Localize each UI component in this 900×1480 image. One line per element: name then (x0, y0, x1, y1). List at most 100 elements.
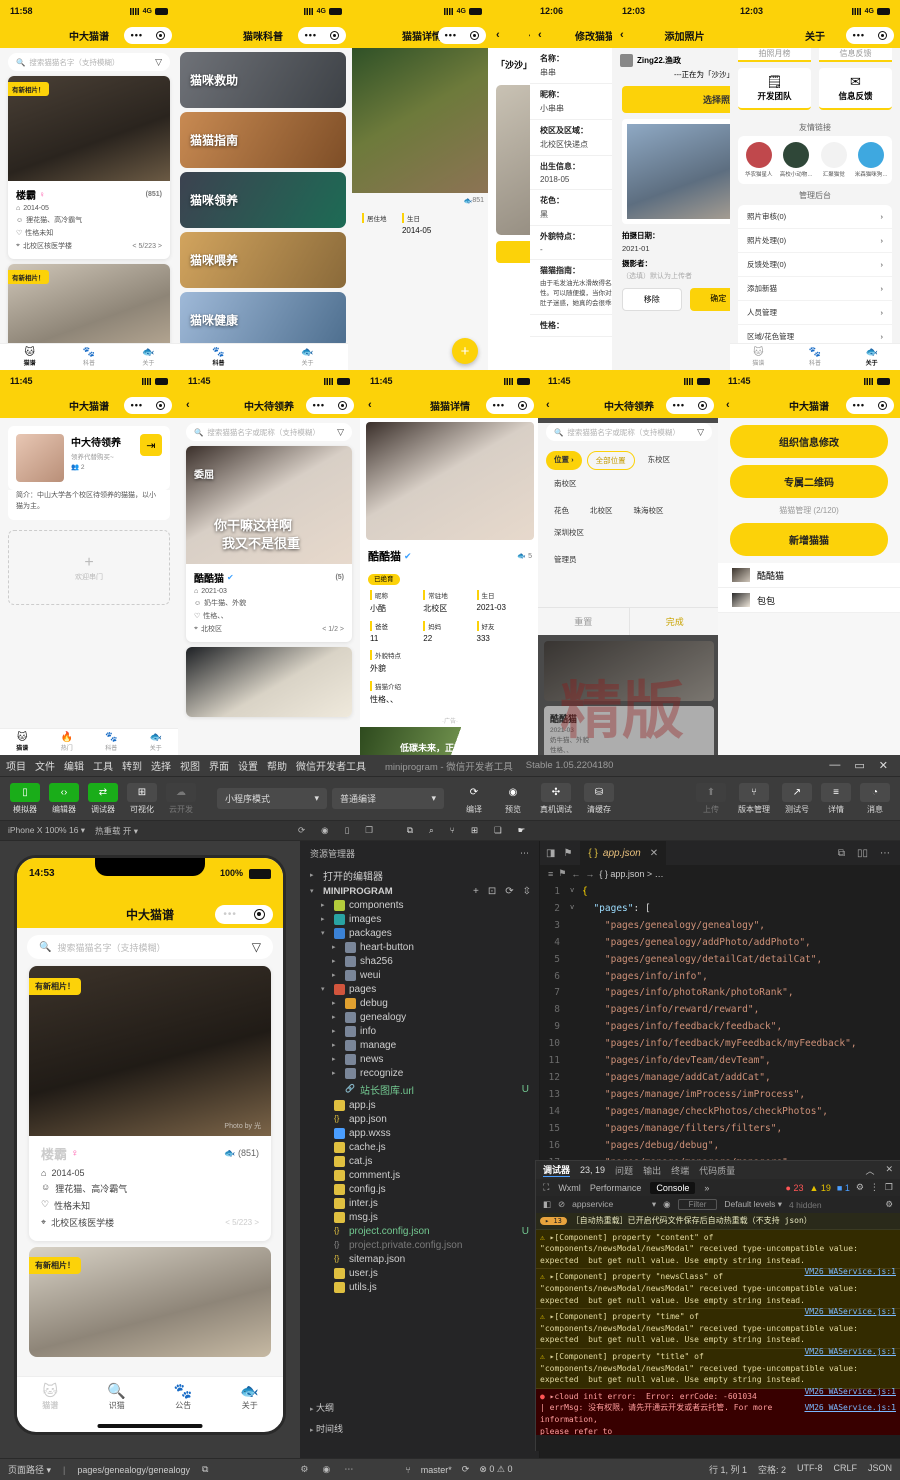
wechat-capsule[interactable]: ••• (298, 27, 346, 44)
sim-tab-recognize[interactable]: 🔍识猫 (84, 1377, 151, 1424)
tab-recognize[interactable]: 🐾科普 (59, 345, 118, 369)
rotate-icon[interactable]: ⟳ (298, 825, 305, 836)
record-icon[interactable]: ◉ (321, 825, 328, 836)
cat-photo[interactable]: 有新相片！ (8, 264, 170, 354)
git-branch[interactable]: master* (421, 1465, 452, 1475)
add-cat-button[interactable]: 新增猫猫 (730, 523, 888, 556)
more-icon[interactable]: ⋯ (880, 848, 890, 859)
eye-icon[interactable]: ◉ (663, 1199, 670, 1210)
phone-icon[interactable]: ▯ (345, 825, 350, 836)
add-fab-button[interactable]: + (452, 338, 478, 364)
hotreload-select[interactable]: 热重载 开 ▾ (95, 825, 138, 837)
explorer-item-images[interactable]: ▸images (300, 912, 539, 926)
shot-cat-detail-1[interactable]: x4G 猫猫详情 ••• 🐟851 居住地 生日2014-05 (352, 0, 492, 370)
menu-tools[interactable]: 工具 (93, 758, 113, 773)
shot-org-list[interactable]: 11:45 中大猫谱 ••• 中大待领养 领养代替购买~ 👥 2 ⇥ 简介：中山… (0, 370, 178, 755)
back-icon[interactable]: ‹ (538, 29, 542, 41)
tab-science[interactable]: 🐾科普 (174, 345, 263, 369)
explorer-item-app-json[interactable]: {}app.json (300, 1112, 539, 1126)
enter-org-button[interactable]: ⇥ (140, 434, 162, 456)
explorer-item-weui[interactable]: ▸weui (300, 968, 539, 982)
dock-icon[interactable]: ❐ (885, 1182, 893, 1193)
fold-toggle[interactable] (570, 935, 582, 952)
ad-banner[interactable]: 低碳未来，正在发生 关注 (360, 727, 540, 755)
search-input[interactable]: 🔍 搜索猫猫名字（支持模糊） ▽ (8, 53, 170, 71)
filter-chip-shenzhen[interactable]: 深圳校区 (546, 524, 592, 541)
filter-icon[interactable]: ▽ (697, 427, 704, 438)
console-filter-bar[interactable]: ◧ ⊘ appservice▾ ◉ Filter Default levels … (536, 1196, 900, 1213)
filter-sheet[interactable]: 🔍 搜索猫猫名字或昵称（支持模糊） ▽ 位置 › 全部位置 东校区 南校区 花色… (538, 423, 720, 635)
cat-card[interactable]: 委屈 你干嘛这样啊 我又不是很重 酷酷猫 ✔ (5) ⌂2021-03 ☺奶牛猫… (186, 446, 352, 642)
close-circle-icon[interactable] (518, 401, 527, 410)
tab-bar[interactable]: 🐱猫谱 🐾科普 🐟关于 (730, 343, 900, 370)
fold-toggle[interactable]: v (570, 884, 582, 901)
back-icon[interactable]: ← (571, 869, 580, 879)
fold-toggle[interactable] (570, 1121, 582, 1138)
explorer-item-config-js[interactable]: config.js (300, 1182, 539, 1196)
menu-edit[interactable]: 编辑 (64, 758, 84, 773)
explorer-project-root[interactable]: ▾MINIPROGRAM + ⊡ ⟳ ⇳ (300, 884, 539, 898)
outline-icon[interactable]: ≡ (548, 869, 553, 879)
code-line[interactable]: 16 "pages/debug/debug", (540, 1138, 900, 1155)
more-dots-icon[interactable]: ••• (131, 401, 143, 410)
filter-icon[interactable]: ▽ (155, 57, 162, 68)
sim-capsule[interactable]: ••• (215, 905, 273, 924)
eol[interactable]: CRLF (833, 1463, 857, 1476)
choose-photo-button[interactable]: 选择照片 (622, 86, 747, 113)
new-file-icon[interactable]: + (473, 886, 479, 897)
more-dots-icon[interactable]: ••• (853, 31, 865, 40)
filter-chip-east[interactable]: 东校区 (640, 451, 679, 470)
close-circle-icon[interactable] (156, 401, 165, 410)
cat-photo[interactable] (186, 647, 352, 717)
collapse-icon[interactable]: ︿ (865, 1164, 874, 1177)
menu-project[interactable]: 项目 (6, 758, 26, 773)
sim-cat-photo[interactable]: 有新相片！ (29, 1247, 271, 1357)
close-icon[interactable]: ✕ (879, 759, 888, 772)
wechat-capsule[interactable]: ••• (306, 397, 354, 414)
cat-hero-photo[interactable] (366, 422, 534, 540)
toolbar-cloud[interactable]: ☁云开发 (164, 783, 198, 815)
org-card[interactable]: 中大待领养 领养代替购买~ 👥 2 ⇥ (8, 426, 170, 490)
close-icon[interactable]: ✕ (885, 1164, 893, 1177)
fold-toggle[interactable] (570, 1070, 582, 1087)
toolbar-messages[interactable]: ◔消息 (858, 783, 892, 815)
tab-hot[interactable]: 🔥热门 (45, 730, 90, 754)
console-subtabs[interactable]: ⛶ Wxml Performance Console » ● 23 ▲ 19 ■… (536, 1179, 900, 1196)
tab-about[interactable]: 🐟关于 (843, 345, 900, 369)
friend-link-item[interactable]: 华农猫星人 (740, 142, 778, 178)
filter-input[interactable]: Filter (678, 1199, 718, 1210)
tab-bar[interactable]: 🐱猫谱 🔥热门 🐾科普 🐟关于 (0, 728, 178, 755)
close-circle-icon[interactable] (698, 401, 707, 410)
wechat-capsule[interactable]: ••• (124, 27, 172, 44)
explorer-item-comment-js[interactable]: comment.js (300, 1168, 539, 1182)
close-icon[interactable]: ✕ (650, 848, 658, 859)
problems-count[interactable]: ⊗ 0 ⚠ 0 (479, 1464, 512, 1475)
mode-select[interactable]: 小程序模式▾ (217, 788, 327, 809)
explorer-item-genealogy[interactable]: ▸genealogy (300, 1010, 539, 1024)
eye-icon[interactable]: ◉ (323, 1464, 331, 1475)
toolbar-version[interactable]: ⑂版本管理 (733, 783, 775, 815)
branch-icon[interactable]: ⑂ (450, 825, 455, 836)
explorer-item-pages[interactable]: ▾pages (300, 982, 539, 996)
toolbar-compile[interactable]: ⟳编译 (457, 783, 491, 815)
fold-toggle[interactable]: v (570, 901, 582, 918)
toolbar-upload[interactable]: ⬆上传 (694, 783, 728, 815)
warning-count[interactable]: ▲ 19 (809, 1183, 830, 1193)
indent-setting[interactable]: 空格: 2 (758, 1463, 786, 1476)
more-dots-icon[interactable]: ••• (445, 31, 457, 40)
search-input[interactable]: 🔍 搜索猫猫名字或昵称（支持模糊） ▽ (546, 423, 712, 441)
fold-toggle[interactable] (570, 1002, 582, 1019)
forward-icon[interactable]: → (585, 869, 594, 879)
split-icon[interactable]: ❏ (494, 825, 502, 836)
shot-cat-detail-2[interactable]: 11:45 ‹ 猫猫详情 ••• 酷酷猫 ✔ 🐟 5 已绝育 昵称小酷 常驻地北… (360, 370, 540, 755)
back-icon[interactable]: ‹ (726, 399, 730, 411)
tab-problems[interactable]: 问题 (615, 1164, 633, 1177)
toolbar-realdevice[interactable]: ✣真机调试 (535, 783, 577, 815)
cat-photo[interactable]: 有新相片！ (8, 76, 170, 181)
tab-terminal[interactable]: 终端 (671, 1164, 689, 1177)
shot-adopt-list[interactable]: 11:45 ‹ 中大待领养 ••• 🔍 搜索猫猫名字或昵称（支持模糊） ▽ 委屈… (178, 370, 360, 755)
explorer-item-debug[interactable]: ▸debug (300, 996, 539, 1010)
code-line[interactable]: 9 "pages/info/feedback/feedback", (540, 1019, 900, 1036)
search-icon[interactable]: ⌕ (429, 825, 434, 836)
window-icon[interactable]: ❐ (365, 825, 373, 836)
